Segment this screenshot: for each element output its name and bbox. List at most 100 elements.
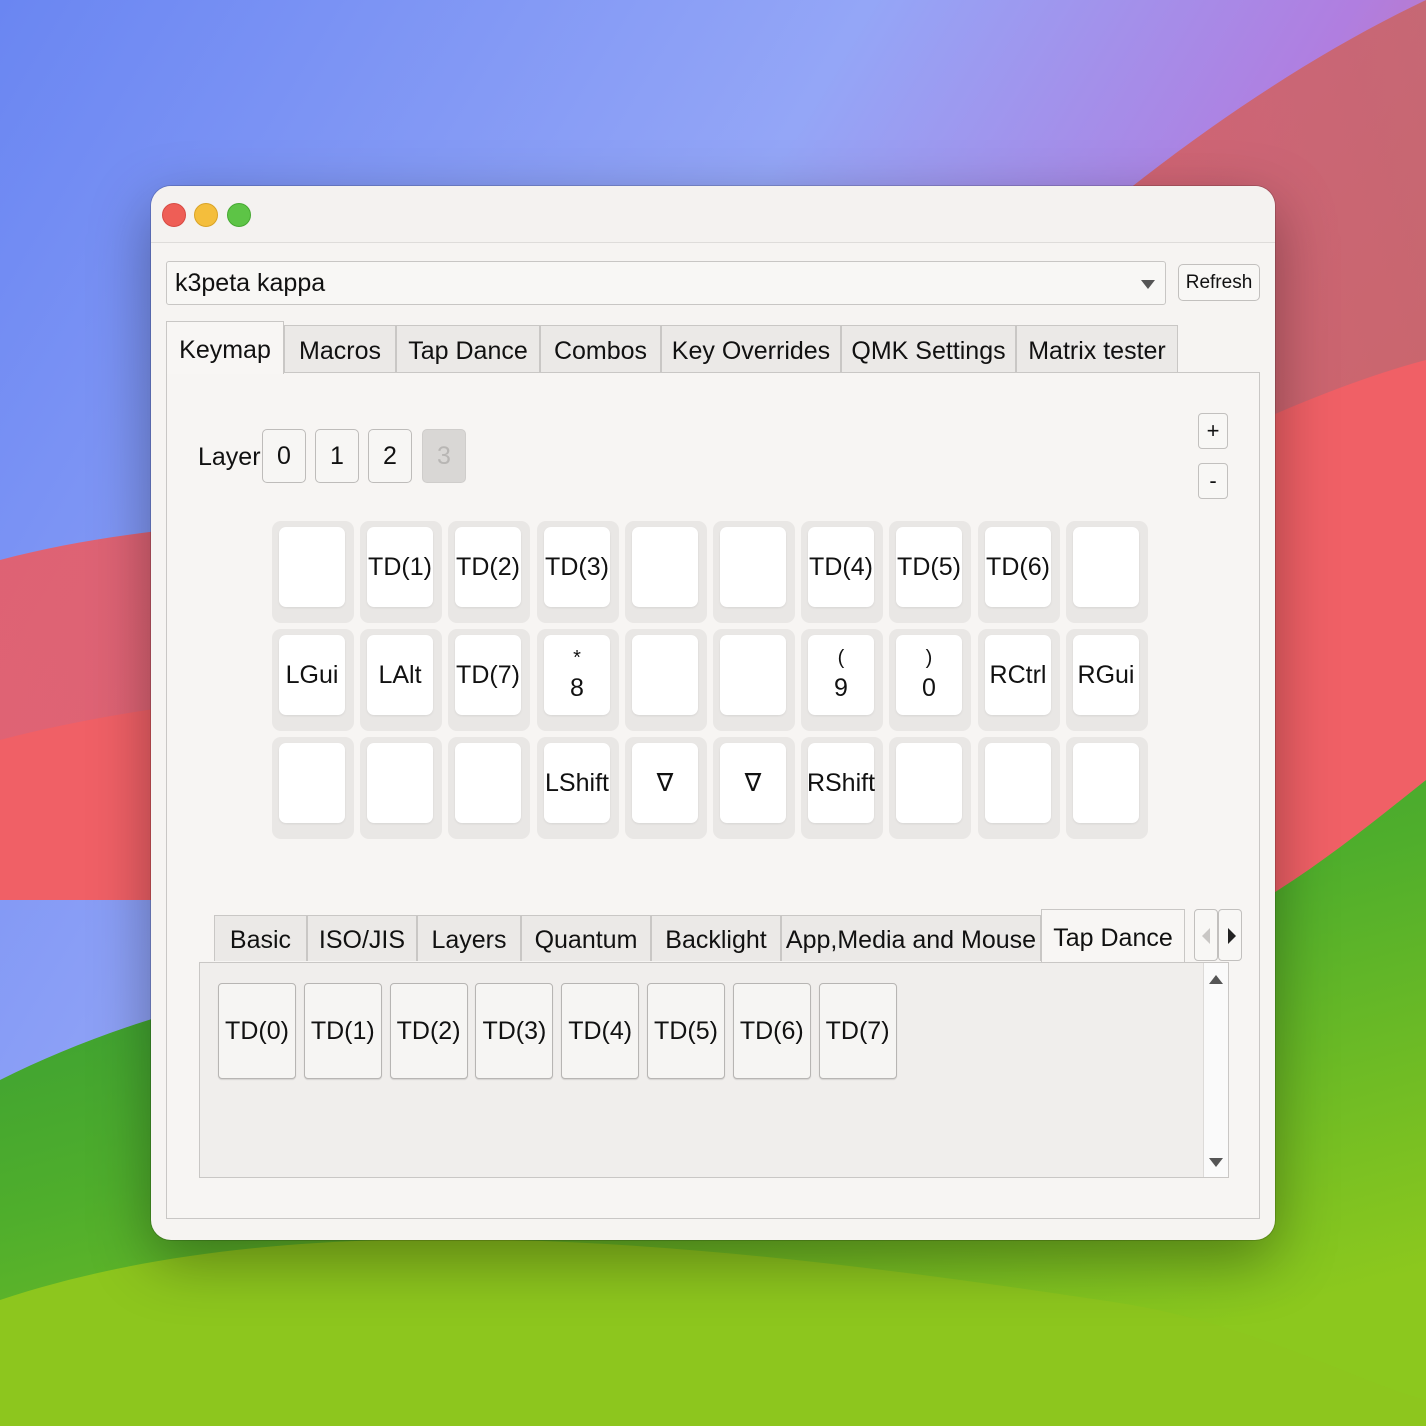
tab-qmk-settings[interactable]: QMK Settings: [841, 325, 1016, 373]
key-r2-c7[interactable]: [889, 737, 971, 839]
subtab-iso-jis[interactable]: ISO/JIS: [307, 915, 417, 961]
subtab-backlight[interactable]: Backlight: [651, 915, 781, 961]
tab-keymap[interactable]: Keymap: [166, 321, 284, 374]
tap-dance-keycode-5[interactable]: TD(5): [647, 983, 725, 1079]
key-r1-c9[interactable]: RGui: [1066, 629, 1148, 731]
key-r0-c5[interactable]: [713, 521, 795, 623]
remove-layer-button[interactable]: -: [1198, 463, 1228, 499]
keycap-label: [985, 743, 1051, 823]
scroll-down-icon[interactable]: [1209, 1158, 1223, 1167]
key-r0-c7[interactable]: TD(5): [889, 521, 971, 623]
key-r2-c2[interactable]: [448, 737, 530, 839]
keycap-label: TD(6): [985, 527, 1051, 607]
key-r1-c6[interactable]: (9: [801, 629, 883, 731]
keycap-label: [896, 743, 962, 823]
tab-macros[interactable]: Macros: [284, 325, 396, 373]
keycap-label: TD(5): [896, 527, 962, 607]
key-r2-c4[interactable]: ∇: [625, 737, 707, 839]
key-r2-c9[interactable]: [1066, 737, 1148, 839]
layer-button-2[interactable]: 2: [368, 429, 412, 483]
tap-dance-keycode-3[interactable]: TD(3): [475, 983, 554, 1079]
subtab-layers[interactable]: Layers: [417, 915, 521, 961]
keycap-primary-label: TD(7): [456, 661, 520, 689]
key-r2-c0[interactable]: [272, 737, 354, 839]
keycap-primary-label: TD(6): [986, 553, 1050, 581]
key-r1-c8[interactable]: RCtrl: [978, 629, 1060, 731]
keycap-label: TD(2): [455, 527, 521, 607]
vertical-scrollbar[interactable]: [1203, 963, 1228, 1177]
app-window: k3peta kappa Refresh Keymap Macros Tap D…: [151, 186, 1275, 1240]
keycap-label: TD(3): [544, 527, 610, 607]
tap-dance-keycode-6[interactable]: TD(6): [732, 983, 811, 1079]
tap-dance-keycode-2[interactable]: TD(2): [389, 983, 468, 1079]
key-r0-c3[interactable]: TD(3): [537, 521, 619, 623]
key-r1-c1[interactable]: LAlt: [360, 629, 442, 731]
subtab-tap-dance[interactable]: Tap Dance: [1041, 909, 1185, 962]
keycode-category-tabs: Basic ISO/JIS Layers Quantum Backlight A…: [214, 909, 1242, 962]
keycap-label: TD(7): [455, 635, 521, 715]
key-r2-c8[interactable]: [978, 737, 1060, 839]
tap-dance-keycode-4[interactable]: TD(4): [561, 983, 640, 1079]
key-r2-c5[interactable]: ∇: [713, 737, 795, 839]
tab-combos[interactable]: Combos: [540, 325, 661, 373]
tap-dance-keycode-area: TD(0) TD(1) TD(2) TD(3) TD(4) TD(5) TD(6) TD(7): [199, 962, 1229, 1178]
keycap-label: ∇: [632, 743, 698, 823]
scroll-up-icon[interactable]: [1209, 975, 1223, 984]
key-r0-c6[interactable]: TD(4): [801, 521, 883, 623]
keycap-primary-label: RGui: [1077, 661, 1135, 689]
keycap-label: RGui: [1073, 635, 1139, 715]
tap-dance-keycode-7[interactable]: TD(7): [818, 983, 897, 1079]
key-r0-c2[interactable]: TD(2): [448, 521, 530, 623]
subtab-quantum[interactable]: Quantum: [521, 915, 651, 961]
key-r0-c0[interactable]: [272, 521, 354, 623]
keycap-label: [455, 743, 521, 823]
tab-matrix-tester[interactable]: Matrix tester: [1016, 325, 1178, 373]
key-r2-c6[interactable]: RShift: [801, 737, 883, 839]
subtab-app-media-mouse[interactable]: App,Media and Mouse: [781, 915, 1041, 961]
key-r1-c5[interactable]: [713, 629, 795, 731]
key-r2-c3[interactable]: LShift: [537, 737, 619, 839]
keyboard-select[interactable]: k3peta kappa: [166, 261, 1166, 305]
tap-dance-keycode-1[interactable]: TD(1): [303, 983, 382, 1079]
layer-button-3[interactable]: 3: [422, 429, 466, 483]
subtab-basic[interactable]: Basic: [214, 915, 307, 961]
key-r1-c4[interactable]: [625, 629, 707, 731]
keycap-primary-label: TD(5): [897, 553, 961, 581]
keycap-primary-label: RShift: [806, 769, 876, 797]
keycap-label: (9: [808, 635, 874, 715]
layer-button-0[interactable]: 0: [262, 429, 306, 483]
tab-scroll-buttons: [1194, 909, 1246, 961]
keycap-label: [279, 527, 345, 607]
tab-scroll-right-button[interactable]: [1218, 909, 1242, 961]
keycap-primary-label: ): [925, 647, 933, 669]
keycap-primary-label: LGui: [285, 661, 339, 689]
keycap-secondary-label: 0: [922, 674, 936, 702]
close-window-button[interactable]: [162, 203, 186, 227]
keycap-primary-label: LShift: [545, 769, 609, 797]
tab-key-overrides[interactable]: Key Overrides: [661, 325, 841, 373]
layer-label: Layer: [198, 443, 261, 471]
key-r0-c4[interactable]: [625, 521, 707, 623]
key-r1-c0[interactable]: LGui: [272, 629, 354, 731]
tab-scroll-left-button[interactable]: [1194, 909, 1218, 961]
key-r1-c2[interactable]: TD(7): [448, 629, 530, 731]
keycap-primary-label: ∇: [744, 769, 762, 797]
keycap-label: LShift: [544, 743, 610, 823]
minimize-window-button[interactable]: [194, 203, 218, 227]
layer-button-1[interactable]: 1: [315, 429, 359, 483]
zoom-window-button[interactable]: [227, 203, 251, 227]
key-r0-c8[interactable]: TD(6): [978, 521, 1060, 623]
key-r1-c3[interactable]: * 8: [537, 629, 619, 731]
keycap-label: [720, 635, 786, 715]
key-r2-c1[interactable]: [360, 737, 442, 839]
tab-tap-dance[interactable]: Tap Dance: [396, 325, 540, 373]
add-layer-button[interactable]: +: [1198, 413, 1228, 449]
keycap-label: LAlt: [367, 635, 433, 715]
refresh-button[interactable]: Refresh: [1178, 264, 1260, 301]
key-r0-c9[interactable]: [1066, 521, 1148, 623]
key-r0-c1[interactable]: TD(1): [360, 521, 442, 623]
keycap-label: ) 0: [896, 635, 962, 715]
tap-dance-keycode-0[interactable]: TD(0): [218, 983, 296, 1079]
keymap-panel: Layer 0 1 2 3 + - TD(1) TD(2) TD(3) TD(4) TD…: [166, 372, 1260, 1219]
key-r1-c7[interactable]: ) 0: [889, 629, 971, 731]
